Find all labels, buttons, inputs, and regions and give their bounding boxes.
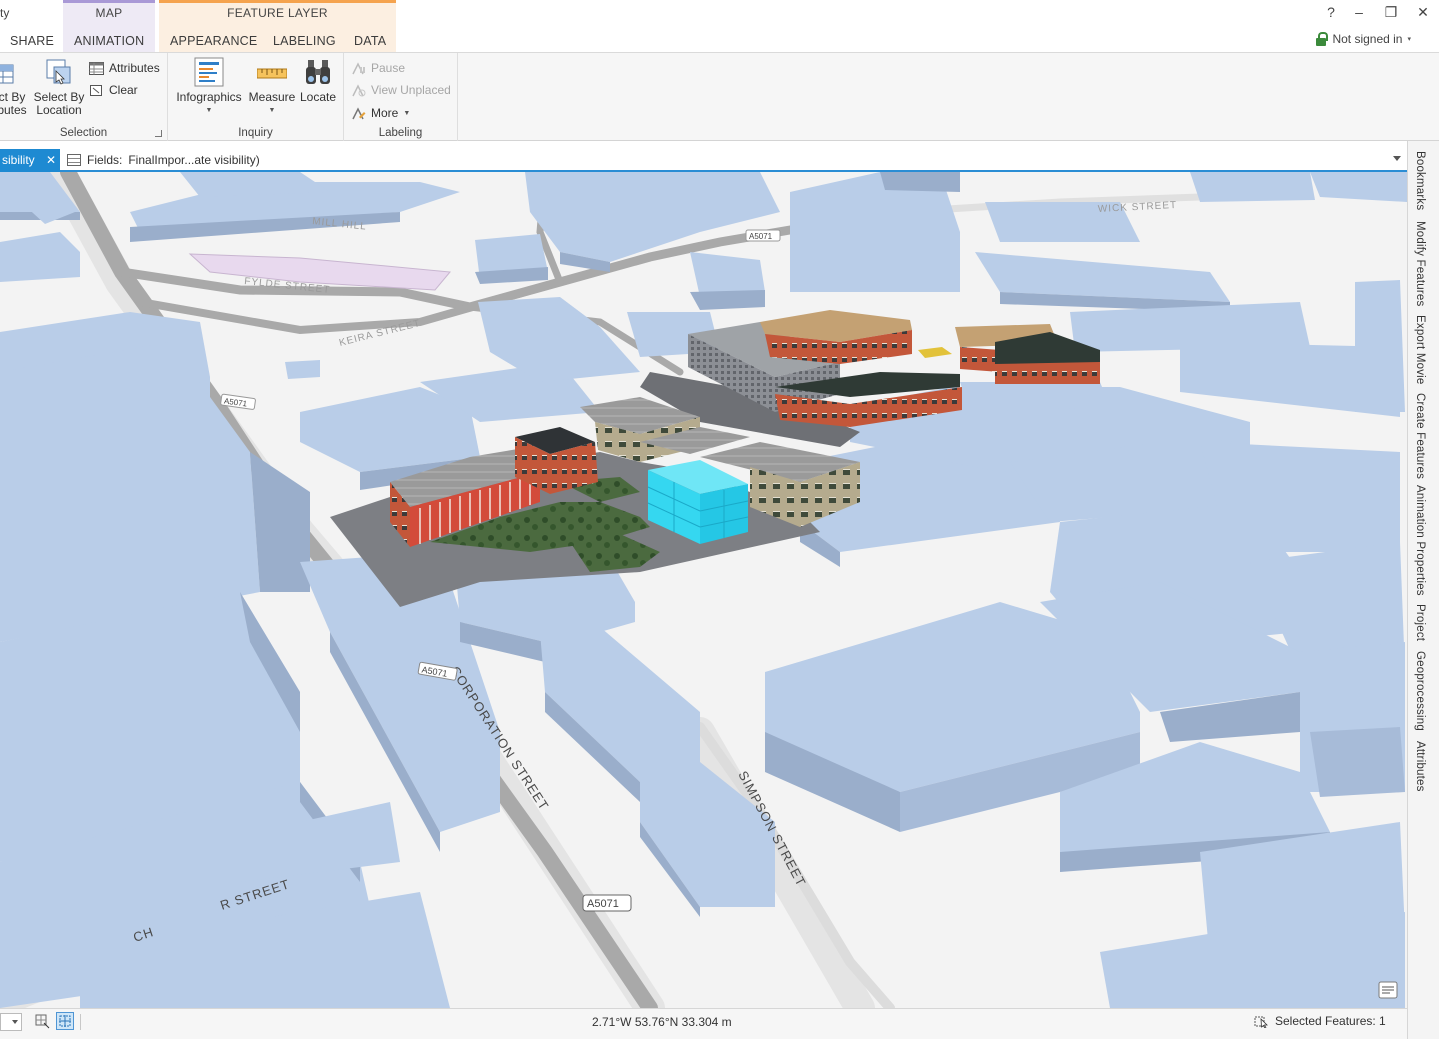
svg-text:A5071: A5071 <box>749 232 773 241</box>
dock-tab-bookmarks[interactable]: Bookmarks <box>1414 151 1426 210</box>
restore-button[interactable]: ❐ <box>1382 4 1400 21</box>
clear-label: Clear <box>109 83 138 97</box>
dock-tab-geoprocessing[interactable]: Geoprocessing <box>1414 651 1426 731</box>
scene-canvas[interactable]: CORPORATION STREET SIMPSON STREET R STRE… <box>0 172 1407 1008</box>
dock-tab-modify-features[interactable]: Modify Features <box>1414 221 1426 306</box>
select-by-attributes-line2: butes <box>0 103 27 117</box>
view-unplaced-button[interactable]: View Unplaced <box>352 83 451 97</box>
pause-labeling-button[interactable]: Pause <box>352 61 405 75</box>
locate-label: Locate <box>299 90 337 104</box>
label-more-icon <box>352 106 366 119</box>
right-dock-pane-tabs: Bookmarks Modify Features Export Movie C… <box>1407 141 1439 1039</box>
labeling-group-label: Labeling <box>378 127 423 139</box>
tab-data[interactable]: DATA <box>354 34 386 48</box>
contextual-title-feature-layer: FEATURE LAYER <box>227 6 328 20</box>
map-view-tab-label: sibility <box>2 153 35 167</box>
inquiry-group: Infographics ▼ Measure ▼ Locate Inquiry <box>168 53 344 141</box>
navigation-snap-icon[interactable] <box>56 1012 74 1030</box>
selected-features-label: Selected Features: 1 <box>1275 1014 1386 1028</box>
status-bar: 2.71°W 53.76°N 33.304 m Selected Feature… <box>0 1008 1407 1039</box>
view-unplaced-icon <box>352 83 366 96</box>
ribbon: ct By butes Select By Location Attribute… <box>0 52 1439 141</box>
far-east-south-wall <box>995 362 1100 384</box>
locate-button[interactable]: Locate <box>298 57 338 104</box>
map-overview-button[interactable] <box>1378 981 1398 999</box>
svg-text:A5071: A5071 <box>587 898 619 910</box>
help-button[interactable]: ? <box>1322 4 1340 20</box>
selected-features-indicator[interactable]: Selected Features: 1 <box>1254 1014 1386 1028</box>
dock-tab-export-movie[interactable]: Export Movie <box>1414 315 1426 385</box>
pause-label: Pause <box>371 61 406 75</box>
view-tab-bar: sibility ✕ Fields: FinalImpor...ate visi… <box>0 149 1407 172</box>
dock-tab-animation-properties[interactable]: Animation Properties <box>1414 485 1426 596</box>
sign-in-label: Not signed in <box>1332 32 1403 46</box>
measure-label: Measure <box>248 90 296 104</box>
tab-appearance[interactable]: APPEARANCE <box>170 34 257 48</box>
chevron-down-icon <box>12 1020 18 1024</box>
dock-tab-create-features[interactable]: Create Features <box>1414 393 1426 479</box>
select-by-location-line2: Location <box>36 103 82 117</box>
clear-selection-button[interactable]: Clear <box>89 83 138 97</box>
dock-tab-attributes[interactable]: Attributes <box>1414 741 1426 792</box>
labeling-group: Pause View Unplaced More ▼ Labeling <box>344 53 458 141</box>
selection-group-label: Selection <box>59 127 108 139</box>
view-unplaced-label: View Unplaced <box>371 83 451 97</box>
far-east-wall <box>960 347 1000 372</box>
infographics-label: Infographics <box>176 90 242 104</box>
app-title: ty <box>0 6 10 20</box>
table-icon <box>67 154 81 166</box>
clear-selection-icon <box>90 84 102 96</box>
tab-list-dropdown-icon[interactable] <box>1393 156 1401 161</box>
select-by-attributes-button[interactable]: ct By butes <box>0 57 30 117</box>
lock-icon <box>1315 32 1329 46</box>
ruler-icon <box>256 57 288 87</box>
contextual-title-map: MAP <box>95 6 123 20</box>
attributes-button[interactable]: Attributes <box>89 61 160 75</box>
sign-in-status[interactable]: Not signed in ▾ <box>1315 32 1411 46</box>
close-icon[interactable]: ✕ <box>46 149 56 172</box>
close-window-button[interactable]: ✕ <box>1414 4 1432 21</box>
map-view-tab[interactable]: sibility ✕ <box>0 149 60 172</box>
selection-dialog-launcher-icon[interactable] <box>155 130 162 137</box>
pause-label-icon <box>352 61 365 74</box>
attributes-label: Attributes <box>109 61 160 75</box>
inquiry-group-label: Inquiry <box>238 127 273 139</box>
selection-group: ct By butes Select By Location Attribute… <box>0 53 168 141</box>
3d-scene-view[interactable]: CORPORATION STREET SIMPSON STREET R STRE… <box>0 172 1407 1008</box>
infographics-button[interactable]: Infographics ▼ <box>174 57 244 117</box>
tab-labeling[interactable]: LABELING <box>273 34 336 48</box>
arcgis-pro-window: ty MAP FEATURE LAYER SHARE ANIMATION APP… <box>0 0 1439 1039</box>
scale-dropdown[interactable] <box>0 1013 22 1031</box>
select-by-attributes-icon <box>0 57 27 87</box>
select-by-location-button[interactable]: Select By Location <box>33 57 85 117</box>
attributes-table-icon <box>89 61 104 75</box>
ribbon-tab-row: ty MAP FEATURE LAYER SHARE ANIMATION APP… <box>0 0 1439 52</box>
fields-value: FinalImpor...ate visibility) <box>128 153 260 167</box>
measure-button[interactable]: Measure ▼ <box>248 57 296 117</box>
minimize-button[interactable]: – <box>1350 4 1368 20</box>
tab-share[interactable]: SHARE <box>10 34 54 48</box>
coordinate-readout: 2.71°W 53.76°N 33.304 m <box>592 1015 732 1029</box>
more-label: More <box>371 106 399 120</box>
fields-view-tab[interactable]: Fields: FinalImpor...ate visibility) <box>67 153 260 167</box>
fields-label: Fields: <box>87 153 123 167</box>
a5071-shield-south: A5071 <box>582 894 632 912</box>
a5071-shield-northeast: A5071 <box>745 229 781 242</box>
chevron-down-icon: ▾ <box>1407 36 1411 43</box>
infographics-icon <box>194 57 224 87</box>
tab-animation[interactable]: ANIMATION <box>74 34 144 48</box>
select-by-location-icon <box>44 57 74 87</box>
more-labeling-button[interactable]: More ▼ <box>352 106 410 120</box>
selection-icon <box>1254 1016 1268 1028</box>
snapping-grid-icon[interactable] <box>34 1013 50 1029</box>
binoculars-icon <box>303 57 333 87</box>
dock-tab-project[interactable]: Project <box>1414 604 1426 641</box>
